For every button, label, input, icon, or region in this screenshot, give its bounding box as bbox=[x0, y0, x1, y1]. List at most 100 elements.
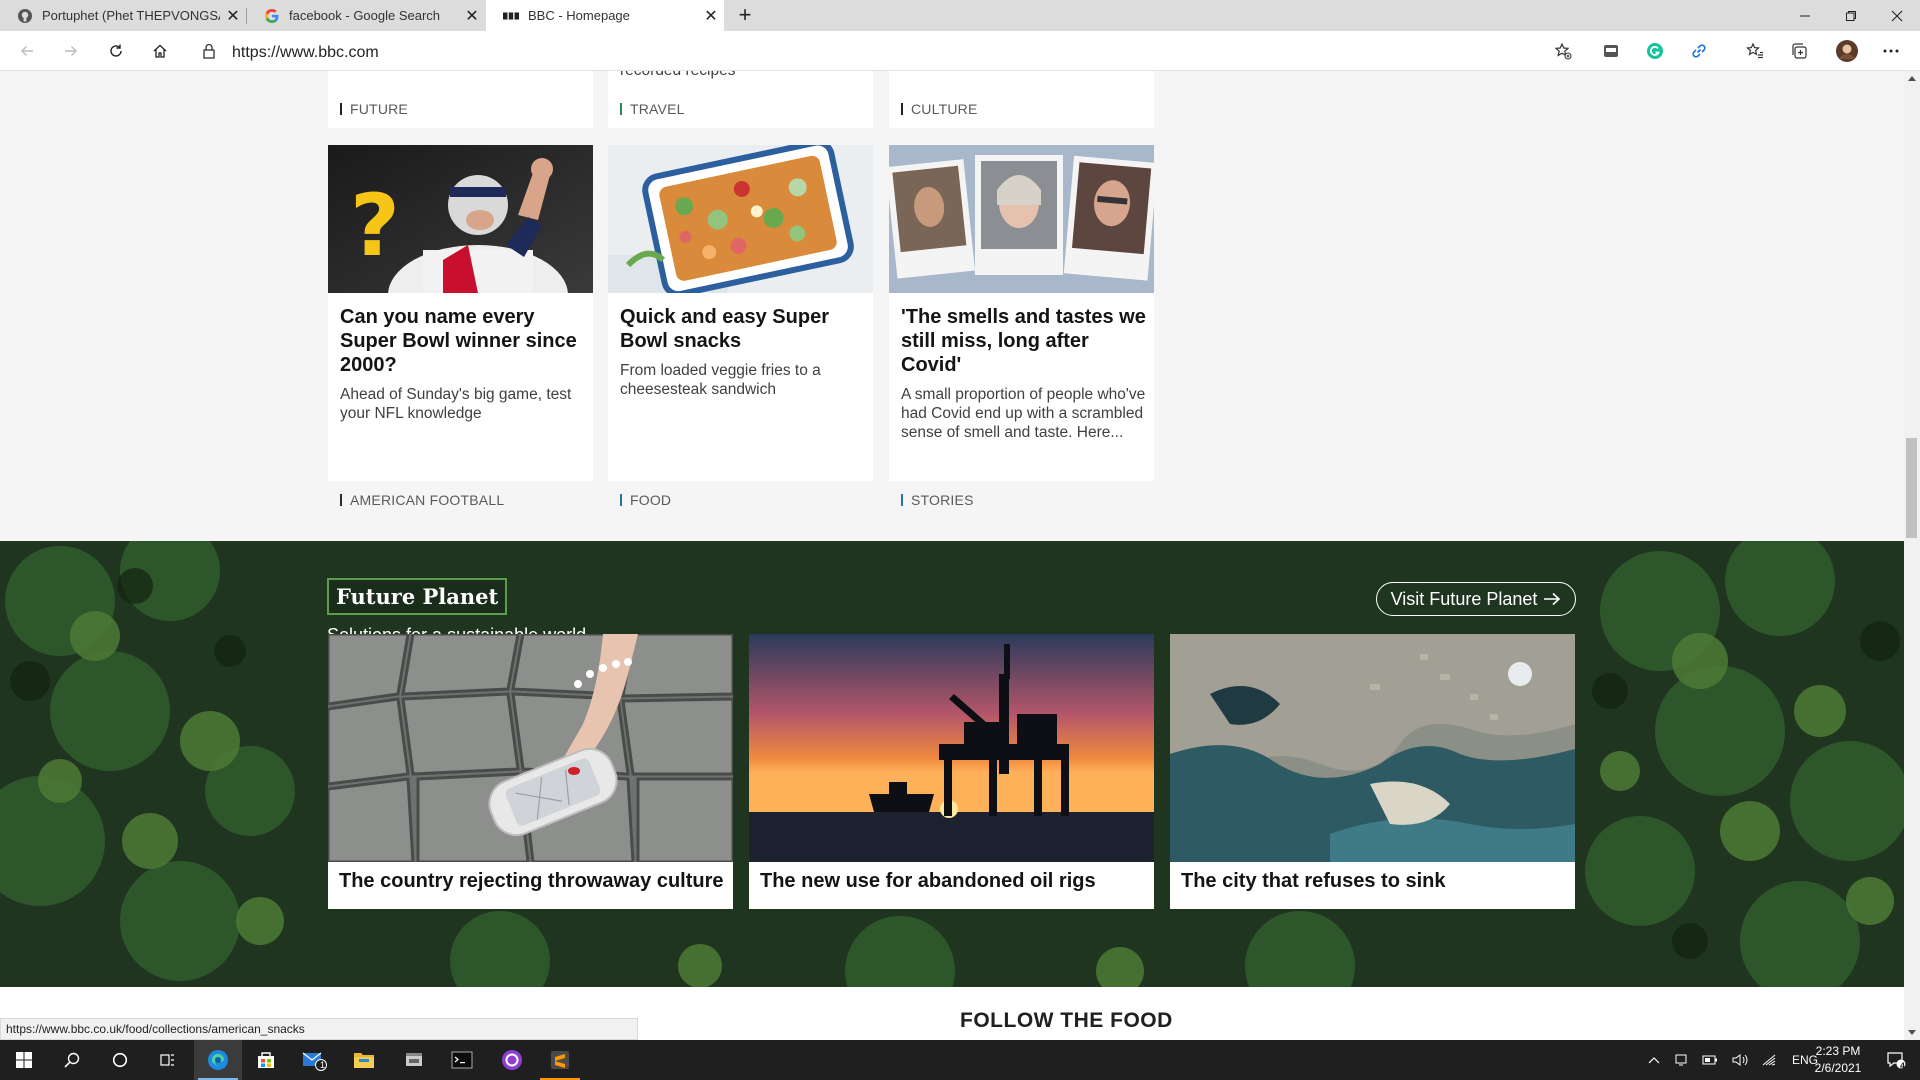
url-text[interactable]: https://www.bbc.com bbox=[232, 44, 379, 62]
tag-label: TRAVEL bbox=[630, 101, 685, 117]
notification-center-button[interactable]: 4 bbox=[1872, 1040, 1920, 1080]
device-icon[interactable] bbox=[1674, 1053, 1688, 1067]
taskbar-app-generic[interactable] bbox=[390, 1040, 438, 1080]
mail-badge: 1 bbox=[320, 1060, 326, 1070]
card-image-broken-phone[interactable] bbox=[328, 634, 733, 862]
profile-avatar[interactable] bbox=[1832, 36, 1862, 66]
forward-button[interactable] bbox=[56, 36, 86, 66]
article-card-future[interactable]: FUTURE bbox=[328, 71, 593, 128]
battery-icon[interactable] bbox=[1702, 1054, 1718, 1066]
card-image-polaroid-portraits[interactable] bbox=[889, 145, 1154, 293]
tab-bbc[interactable]: BBC - Homepage ✕ bbox=[486, 0, 724, 31]
lock-icon[interactable] bbox=[194, 36, 224, 66]
add-favorite-icon[interactable] bbox=[1548, 36, 1578, 66]
extension-reader-icon[interactable] bbox=[1596, 36, 1626, 66]
card-summary: From loaded veggie fries to a cheesestea… bbox=[620, 362, 821, 398]
card-tag[interactable]: CULTURE bbox=[901, 101, 977, 117]
page-viewport: FUTURE recorded recipes TRAVEL CULTURE ? bbox=[0, 71, 1904, 1040]
app-window-icon bbox=[406, 1053, 422, 1066]
card-summary: Ahead of Sunday's big game, test your NF… bbox=[340, 386, 572, 422]
collections-icon[interactable] bbox=[1784, 36, 1814, 66]
taskbar-file-explorer[interactable] bbox=[340, 1040, 388, 1080]
card-tag[interactable]: FOOD bbox=[620, 492, 671, 508]
link-icon[interactable] bbox=[1684, 36, 1714, 66]
search-button[interactable] bbox=[48, 1040, 96, 1080]
tab-strip: Portuphet (Phet THEPVONGSA) ✕ facebook -… bbox=[0, 0, 1920, 31]
scroll-down-arrow[interactable] bbox=[1908, 1030, 1916, 1035]
article-card-superbowl-quiz[interactable]: ? Can you name every Super Bowl winner s… bbox=[328, 145, 593, 508]
taskbar-edge[interactable] bbox=[194, 1040, 242, 1080]
windows-taskbar: 1 ENG 2:23 PM 2/6/2021 4 bbox=[0, 1040, 1920, 1080]
article-card-covid-smells[interactable]: 'The smells and tastes we still miss, lo… bbox=[889, 145, 1154, 508]
card-tag[interactable]: FUTURE bbox=[340, 101, 408, 117]
edge-icon bbox=[208, 1050, 228, 1070]
future-planet-card-throwaway[interactable]: The country rejecting throwaway culture bbox=[328, 634, 733, 909]
visit-label: Visit Future Planet bbox=[1390, 588, 1538, 609]
volume-icon[interactable] bbox=[1732, 1053, 1748, 1067]
new-tab-button[interactable]: + bbox=[732, 3, 758, 29]
cortana-button[interactable] bbox=[96, 1040, 144, 1080]
windows-icon bbox=[16, 1052, 32, 1068]
future-planet-title[interactable]: Future Planet bbox=[327, 578, 508, 615]
taskbar-terminal[interactable] bbox=[438, 1040, 486, 1080]
clock[interactable]: 2:23 PM 2/6/2021 bbox=[1795, 1043, 1881, 1077]
tag-label: AMERICAN FOOTBALL bbox=[350, 492, 505, 508]
card-tag[interactable]: STORIES bbox=[901, 492, 974, 508]
tag-bar bbox=[340, 494, 342, 506]
taskbar-sublime[interactable] bbox=[536, 1040, 584, 1080]
card-summary: recorded recipes bbox=[620, 71, 735, 80]
card-title[interactable]: Can you name every Super Bowl winner sin… bbox=[340, 305, 585, 377]
task-view-button[interactable] bbox=[144, 1040, 192, 1080]
favorites-icon[interactable] bbox=[1740, 36, 1770, 66]
section-heading: FOLLOW THE FOOD bbox=[960, 1009, 1173, 1032]
minimize-button[interactable] bbox=[1782, 0, 1828, 31]
close-icon[interactable]: ✕ bbox=[698, 6, 724, 26]
arrow-right-icon bbox=[65, 46, 77, 56]
card-caption[interactable]: The country rejecting throwaway culture bbox=[339, 870, 724, 893]
wifi-icon[interactable] bbox=[1762, 1053, 1778, 1067]
tab-title: BBC - Homepage bbox=[528, 8, 630, 23]
windows-start-button[interactable] bbox=[0, 1040, 48, 1080]
card-image-football-player[interactable]: ? bbox=[328, 145, 593, 293]
card-title[interactable]: Quick and easy Super Bowl snacks bbox=[620, 305, 865, 353]
card-title[interactable]: 'The smells and tastes we still miss, lo… bbox=[901, 305, 1146, 377]
restore-button[interactable] bbox=[1828, 0, 1874, 31]
close-window-button[interactable] bbox=[1874, 0, 1920, 31]
page-scrollbar[interactable] bbox=[1904, 71, 1920, 1040]
close-icon[interactable]: ✕ bbox=[220, 6, 246, 26]
article-card-travel[interactable]: recorded recipes TRAVEL bbox=[608, 71, 873, 128]
future-planet-card-city-sink[interactable]: The city that refuses to sink bbox=[1170, 634, 1575, 909]
article-card-superbowl-snacks[interactable]: Quick and easy Super Bowl snacks From lo… bbox=[608, 145, 873, 508]
scroll-up-arrow[interactable] bbox=[1908, 76, 1916, 81]
bbc-icon bbox=[503, 8, 519, 24]
svg-text:?: ? bbox=[350, 176, 400, 276]
tag-label: FUTURE bbox=[350, 101, 408, 117]
address-bar[interactable] bbox=[188, 36, 1583, 66]
card-caption[interactable]: The new use for abandoned oil rigs bbox=[760, 870, 1096, 893]
card-image-coastal-city-satellite[interactable] bbox=[1170, 634, 1575, 862]
card-image-oil-rig-sunset[interactable] bbox=[749, 634, 1154, 862]
future-planet-card-oil-rigs[interactable]: The new use for abandoned oil rigs bbox=[749, 634, 1154, 909]
tab-github[interactable]: Portuphet (Phet THEPVONGSA) ✕ bbox=[0, 0, 246, 31]
taskbar-store[interactable] bbox=[242, 1040, 290, 1080]
card-tag[interactable]: TRAVEL bbox=[620, 101, 685, 117]
visit-future-planet-button[interactable]: Visit Future Planet bbox=[1376, 582, 1576, 616]
article-card-culture[interactable]: CULTURE bbox=[889, 71, 1154, 128]
refresh-button[interactable] bbox=[101, 36, 131, 66]
clock-time: 2:23 PM bbox=[1815, 1044, 1861, 1058]
card-caption[interactable]: The city that refuses to sink bbox=[1181, 870, 1446, 893]
grammarly-icon[interactable] bbox=[1640, 36, 1670, 66]
arrow-left-icon bbox=[21, 46, 33, 56]
chevron-up-icon[interactable] bbox=[1648, 1056, 1660, 1064]
card-tag[interactable]: AMERICAN FOOTBALL bbox=[340, 492, 504, 508]
tab-google[interactable]: facebook - Google Search ✕ bbox=[247, 0, 485, 31]
more-menu-icon[interactable] bbox=[1876, 36, 1906, 66]
tag-label: FOOD bbox=[630, 492, 672, 508]
close-icon[interactable]: ✕ bbox=[459, 6, 485, 26]
scroll-thumb[interactable] bbox=[1906, 438, 1917, 538]
home-button[interactable] bbox=[145, 36, 175, 66]
taskbar-app-purple[interactable] bbox=[488, 1040, 536, 1080]
taskbar-mail[interactable]: 1 bbox=[290, 1040, 338, 1080]
card-image-veggie-fries[interactable] bbox=[608, 145, 873, 293]
back-button[interactable] bbox=[12, 36, 42, 66]
